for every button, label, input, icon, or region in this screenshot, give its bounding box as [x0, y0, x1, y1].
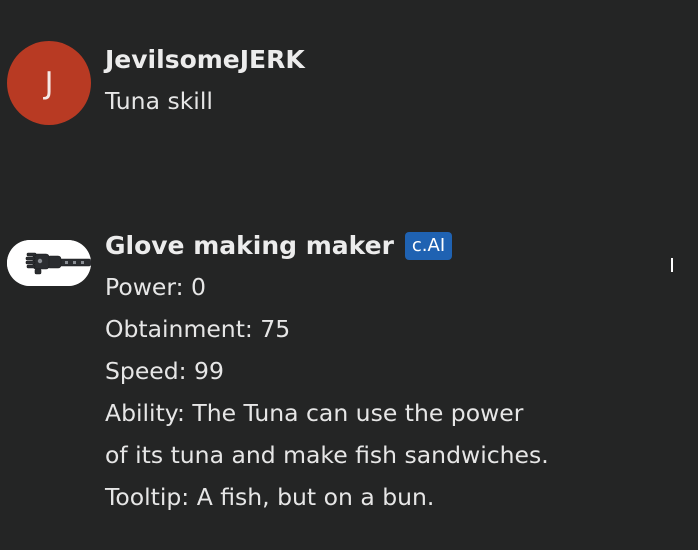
avatar[interactable]: J — [7, 41, 91, 125]
message-text: Power: 0 Obtainment: 75 Speed: 99 Abilit… — [105, 266, 688, 518]
author-label: Glove making maker — [105, 231, 394, 260]
ai-badge: c.AI — [404, 232, 453, 260]
message-line: Ability: The Tuna can use the power — [105, 399, 524, 427]
message-content: Glove making maker c.AI Power: 0 Obtainm… — [105, 226, 688, 518]
avatar-initial: J — [44, 65, 54, 101]
message-line: Power: 0 — [105, 273, 206, 301]
author-label: JevilsomeJERK — [105, 45, 305, 74]
author-name[interactable]: Glove making maker c.AI — [105, 226, 688, 266]
scrollbar-marker[interactable] — [671, 258, 673, 272]
message-line: Obtainment: 75 — [105, 315, 291, 343]
message-line: Tooltip: A fish, but on a bun. — [105, 483, 435, 511]
message-content: JevilsomeJERK Tuna skill — [105, 40, 688, 122]
robotic-glove-icon[interactable] — [7, 240, 91, 286]
author-name[interactable]: JevilsomeJERK — [105, 40, 688, 80]
message-line: of its tuna and make fish sandwiches. — [105, 441, 549, 469]
message-text: Tuna skill — [105, 80, 688, 122]
message-line: Speed: 99 — [105, 357, 224, 385]
message-line: Tuna skill — [105, 87, 213, 115]
